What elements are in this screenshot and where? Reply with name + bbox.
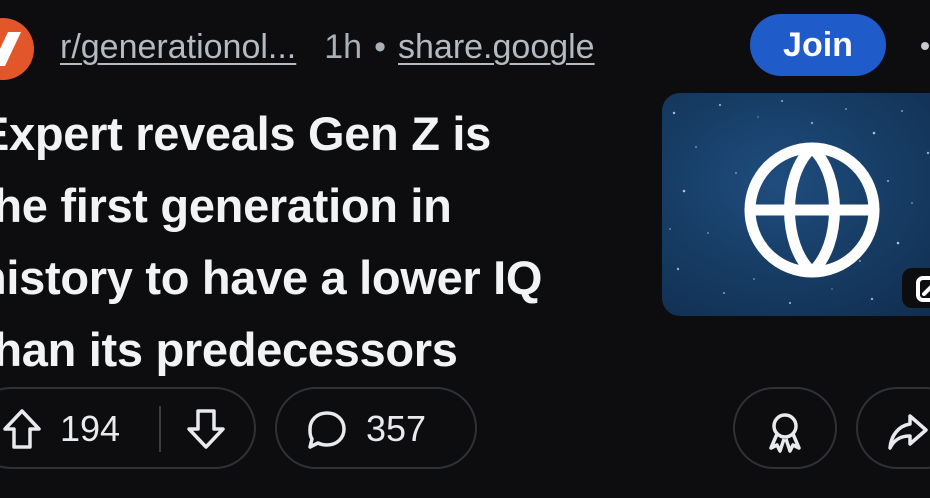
join-button[interactable]: Join — [750, 14, 886, 76]
globe-icon — [744, 142, 880, 278]
share-arrow-icon — [888, 414, 928, 450]
domain-link[interactable]: share.google — [398, 28, 595, 67]
upvote-arrow-icon[interactable] — [0, 407, 44, 451]
more-options-icon[interactable] — [921, 42, 929, 50]
comment-count: 357 — [366, 408, 427, 449]
external-link-icon — [902, 268, 930, 308]
post-title[interactable]: Expert reveals Gen Z is the first genera… — [0, 98, 648, 386]
award-ribbon-icon — [769, 413, 801, 453]
post-meta: r/generationol... 1h • share.google — [60, 22, 595, 72]
post-title-line: than its predecessors — [0, 323, 458, 376]
post-title-line: the first generation in — [0, 179, 452, 232]
vote-divider — [159, 406, 161, 452]
post-age: 1h — [324, 27, 363, 66]
downvote-arrow-icon[interactable] — [184, 407, 228, 451]
post-title-line: history to have a lower IQ — [0, 251, 543, 304]
upvote-count: 194 — [60, 408, 121, 449]
subreddit-avatar-icon[interactable] — [0, 18, 34, 80]
comment-bubble-icon — [308, 411, 346, 449]
meta-separator: • — [374, 27, 386, 66]
subreddit-link[interactable]: r/generationol... — [60, 28, 296, 67]
post-title-line: Expert reveals Gen Z is — [0, 107, 491, 160]
